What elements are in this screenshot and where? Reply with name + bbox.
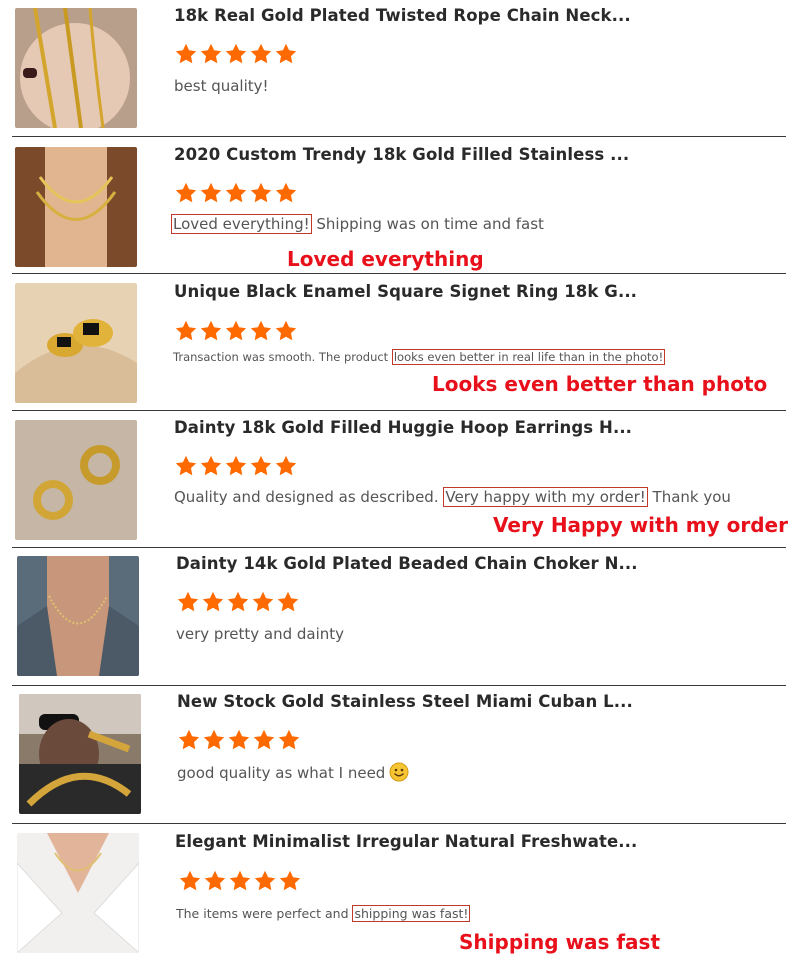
star-icon <box>250 320 272 341</box>
star-icon <box>200 455 222 476</box>
star-rating <box>174 42 299 66</box>
star-icon <box>227 591 249 612</box>
review-comment: very pretty and dainty <box>176 625 344 643</box>
star-icon <box>252 591 274 612</box>
star-icon <box>277 591 299 612</box>
product-title[interactable]: Elegant Minimalist Irregular Natural Fre… <box>175 832 637 851</box>
star-icon <box>250 43 272 64</box>
product-thumbnail-beaded-choker[interactable] <box>17 556 139 676</box>
star-rating <box>174 454 299 478</box>
annotation-label: Looks even better than photo <box>432 372 768 396</box>
star-icon <box>253 729 275 750</box>
product-title[interactable]: 2020 Custom Trendy 18k Gold Filled Stain… <box>174 145 629 164</box>
product-thumbnail-signet-ring[interactable] <box>15 283 137 403</box>
star-icon <box>229 870 251 891</box>
comment-text: good quality as what I need <box>177 764 386 782</box>
star-icon <box>275 182 297 203</box>
star-icon <box>175 182 197 203</box>
review-comment: best quality! <box>174 77 269 95</box>
star-icon <box>203 729 225 750</box>
review-comment: Quality and designed as described. Very … <box>174 487 731 507</box>
comment-highlight: looks even better in real life than in t… <box>391 349 666 365</box>
divider <box>12 685 786 686</box>
star-rating <box>176 590 301 614</box>
star-rating <box>174 319 299 343</box>
divider <box>12 823 786 824</box>
star-icon <box>179 870 201 891</box>
product-thumbnail-hoop-earrings[interactable] <box>15 420 137 540</box>
comment-text: Thank you <box>647 488 731 506</box>
star-icon <box>228 729 250 750</box>
comment-text: Quality and designed as described. <box>174 488 444 506</box>
product-title[interactable]: Unique Black Enamel Square Signet Ring 1… <box>174 282 637 301</box>
star-icon <box>225 320 247 341</box>
star-rating <box>177 728 302 752</box>
star-icon <box>279 870 301 891</box>
star-icon <box>225 455 247 476</box>
star-icon <box>200 43 222 64</box>
annotation-label: Shipping was fast <box>459 930 661 954</box>
comment-highlight: Loved everything! <box>171 214 312 234</box>
review-comment: The items were perfect and shipping was … <box>176 905 471 922</box>
divider <box>12 547 786 548</box>
star-icon <box>278 729 300 750</box>
star-icon <box>275 43 297 64</box>
star-icon <box>225 43 247 64</box>
star-icon <box>275 455 297 476</box>
review-comment: good quality as what I need <box>177 762 409 782</box>
comment-text: The items were perfect and <box>176 906 353 921</box>
product-thumbnail-snake-chain[interactable] <box>15 147 137 267</box>
star-icon <box>250 455 272 476</box>
star-icon <box>175 320 197 341</box>
star-icon <box>275 320 297 341</box>
star-icon <box>202 591 224 612</box>
star-icon <box>175 43 197 64</box>
product-thumbnail-pearl-necklace[interactable] <box>17 833 139 953</box>
star-icon <box>225 182 247 203</box>
product-thumbnail-rope-chain[interactable] <box>15 8 137 128</box>
star-icon <box>204 870 226 891</box>
comment-highlight: shipping was fast! <box>352 905 471 922</box>
review-comment: Loved everything! Shipping was on time a… <box>171 214 544 234</box>
comment-text: very pretty and dainty <box>176 625 345 643</box>
product-title[interactable]: Dainty 14k Gold Plated Beaded Chain Chok… <box>176 554 638 573</box>
annotation-label: Very Happy with my order <box>493 513 788 537</box>
annotation-label: Loved everything <box>287 247 484 271</box>
star-rating <box>178 869 303 893</box>
comment-highlight: Very happy with my order! <box>443 487 648 507</box>
star-icon <box>200 182 222 203</box>
star-rating <box>174 181 299 205</box>
review-comment: Transaction was smooth. The product look… <box>173 349 666 365</box>
star-icon <box>178 729 200 750</box>
star-icon <box>177 591 199 612</box>
product-title[interactable]: 18k Real Gold Plated Twisted Rope Chain … <box>174 6 631 25</box>
star-icon <box>200 320 222 341</box>
star-icon <box>250 182 272 203</box>
star-icon <box>175 455 197 476</box>
smiling-face-icon <box>389 762 409 782</box>
divider <box>12 273 786 274</box>
divider <box>12 136 786 137</box>
comment-text: best quality! <box>174 77 269 95</box>
product-title[interactable]: Dainty 18k Gold Filled Huggie Hoop Earri… <box>174 418 632 437</box>
product-thumbnail-cuban-link[interactable] <box>19 694 141 814</box>
comment-text: Shipping was on time and fast <box>311 215 544 233</box>
product-title[interactable]: New Stock Gold Stainless Steel Miami Cub… <box>177 692 633 711</box>
comment-text: Transaction was smooth. The product <box>173 350 392 364</box>
divider <box>12 410 786 411</box>
star-icon <box>254 870 276 891</box>
